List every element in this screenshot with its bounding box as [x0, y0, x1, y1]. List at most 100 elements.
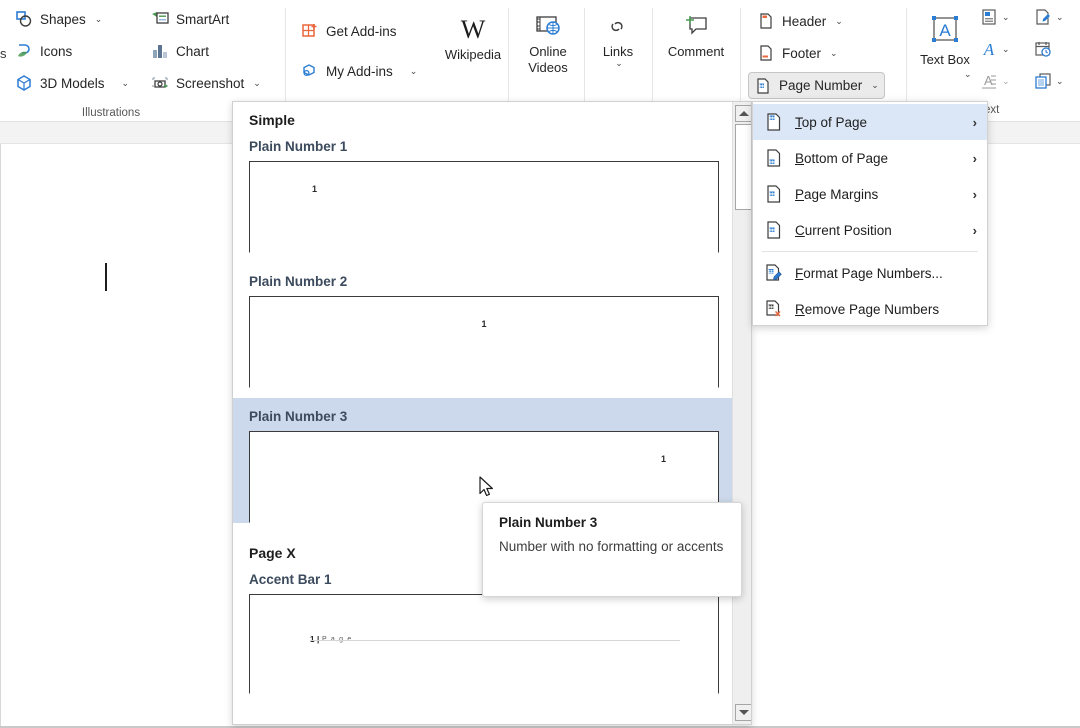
gallery-item-preview: 1 [249, 296, 719, 388]
chevron-down-icon[interactable]: ⌄ [835, 16, 843, 26]
chevron-down-icon[interactable]: ⌄ [95, 14, 103, 24]
icons-button[interactable]: Icons [10, 38, 77, 64]
menu-item-current-position[interactable]: Current Position › [753, 212, 987, 248]
gallery-item-title: Plain Number 3 [249, 409, 348, 424]
get-addins-label: Get Add-ins [326, 23, 397, 39]
screenshot-icon [151, 74, 169, 92]
page-number-dropdown-menu[interactable]: Top of Page › Bottom of Page › Page Marg… [752, 101, 988, 326]
triangle-up-icon [738, 111, 749, 116]
chevron-down-icon[interactable]: ⌄ [871, 81, 879, 90]
page-margins-icon [765, 185, 783, 203]
page-number-button[interactable]: Page Number ⌄ [748, 72, 885, 99]
page-number-icon [754, 77, 772, 95]
get-addins-button[interactable]: Get Add-ins [296, 18, 402, 44]
menu-separator [762, 251, 978, 252]
preview-page-number: 1 [660, 454, 666, 464]
page-number-gallery[interactable]: Simple Plain Number 1 1 Plain Number 2 1… [232, 101, 752, 725]
object-button[interactable]: ⌄ [1034, 72, 1064, 90]
shapes-button[interactable]: Shapes ⌄ [10, 6, 107, 32]
gallery-item-preview: 1 [249, 161, 719, 253]
gallery-category-simple: Simple [249, 112, 295, 128]
online-videos-button[interactable]: Online Videos [519, 8, 577, 76]
svg-text:A: A [983, 40, 995, 58]
quick-parts-icon [980, 8, 998, 26]
shapes-icon [15, 10, 33, 28]
chevron-down-icon[interactable]: ⌄ [122, 78, 130, 88]
preview-page-number: 1 [312, 184, 318, 194]
gallery-item-preview: 1 | P a g e [249, 594, 719, 694]
signature-line-button[interactable]: ⌄ [1034, 8, 1064, 26]
chevron-down-icon[interactable]: ⌄ [410, 66, 418, 76]
3d-models-button[interactable]: 3D Models ⌄ [10, 70, 134, 96]
menu-item-label: Format Page Numbers... [795, 265, 943, 281]
document-left-edge [0, 144, 1, 728]
smartart-label: SmartArt [176, 11, 230, 27]
chevron-right-icon: › [972, 150, 977, 166]
date-time-icon [1034, 40, 1052, 58]
gallery-item-title: Plain Number 2 [249, 274, 348, 289]
gallery-item-title: Plain Number 1 [249, 139, 348, 154]
gallery-tooltip: Plain Number 3 Number with no formatting… [482, 502, 742, 597]
chevron-down-icon[interactable]: ⌄ [964, 70, 972, 79]
drop-cap-button: A ⌄ [980, 72, 1010, 90]
menu-item-bottom-of-page[interactable]: Bottom of Page › [753, 140, 987, 176]
gallery-scrollbar[interactable] [732, 102, 751, 724]
gallery-item-plain-number-1[interactable]: Plain Number 1 1 [233, 128, 733, 253]
menu-item-label: Page Margins [795, 186, 879, 202]
links-button[interactable]: Links ⌄ [596, 10, 640, 68]
menu-item-label: Top of Page [795, 114, 868, 130]
text-box-button[interactable]: A Text Box ⌄ [916, 8, 974, 79]
scrollbar-thumb[interactable] [735, 124, 751, 210]
top-of-page-icon [765, 113, 783, 131]
group-separator [508, 8, 509, 104]
scroll-down-button[interactable] [735, 704, 751, 721]
chevron-down-icon[interactable]: ⌄ [1002, 44, 1010, 54]
gallery-scroll-content: Simple Plain Number 1 1 Plain Number 2 1… [233, 102, 733, 724]
drop-cap-icon: A [980, 72, 998, 90]
triangle-down-icon [738, 710, 749, 715]
preview-accent-bar [310, 640, 680, 641]
menu-item-remove-page-numbers[interactable]: Remove Page Numbers [753, 291, 987, 327]
footer-label: Footer [782, 45, 822, 61]
gallery-item-plain-number-2[interactable]: Plain Number 2 1 [233, 263, 733, 388]
chevron-down-icon[interactable]: ⌄ [1056, 12, 1064, 22]
chevron-down-icon[interactable]: ⌄ [830, 48, 838, 58]
wikipedia-button[interactable]: W Wikipedia [436, 10, 510, 63]
my-addins-button[interactable]: My Add-ins ⌄ [296, 58, 422, 84]
screenshot-button[interactable]: Screenshot ⌄ [146, 70, 266, 96]
format-page-numbers-icon [765, 264, 783, 282]
chevron-down-icon[interactable]: ⌄ [253, 78, 261, 88]
current-position-icon [765, 221, 783, 239]
footer-icon [757, 44, 775, 62]
group-separator [906, 8, 907, 104]
ribbon-group-illustrations: Shapes ⌄ Icons 3D Models ⌄ SmartArt Char… [0, 0, 261, 122]
smartart-button[interactable]: SmartArt [146, 6, 234, 32]
footer-button[interactable]: Footer ⌄ [752, 40, 843, 66]
tooltip-body: Number with no formatting or accents [499, 539, 724, 554]
menu-item-top-of-page[interactable]: Top of Page › [753, 104, 987, 140]
date-time-button[interactable] [1034, 40, 1052, 58]
my-addins-label: My Add-ins [326, 63, 393, 79]
chevron-down-icon[interactable]: ⌄ [1002, 12, 1010, 22]
wordart-button[interactable]: A ⌄ [980, 40, 1010, 59]
group-separator [584, 8, 585, 104]
smartart-icon [151, 10, 169, 28]
scroll-up-button[interactable] [735, 105, 751, 122]
quick-parts-button[interactable]: ⌄ [980, 8, 1010, 26]
group-separator [285, 8, 286, 104]
links-label: Links [602, 44, 634, 59]
screenshot-label: Screenshot [176, 75, 245, 91]
remove-page-numbers-icon [765, 300, 783, 318]
group-separator [652, 8, 653, 104]
icons-label: Icons [40, 43, 73, 59]
menu-item-page-margins[interactable]: Page Margins › [753, 176, 987, 212]
chevron-right-icon: › [972, 186, 977, 202]
menu-item-format-page-numbers[interactable]: Format Page Numbers... [753, 255, 987, 291]
comment-button[interactable]: Comment [660, 8, 732, 59]
mouse-cursor [479, 476, 495, 500]
chart-button[interactable]: Chart [146, 38, 214, 64]
chevron-down-icon[interactable]: ⌄ [615, 59, 623, 68]
header-button[interactable]: Header ⌄ [752, 8, 848, 34]
chevron-down-icon[interactable]: ⌄ [1056, 76, 1064, 86]
chevron-right-icon: › [972, 222, 977, 238]
